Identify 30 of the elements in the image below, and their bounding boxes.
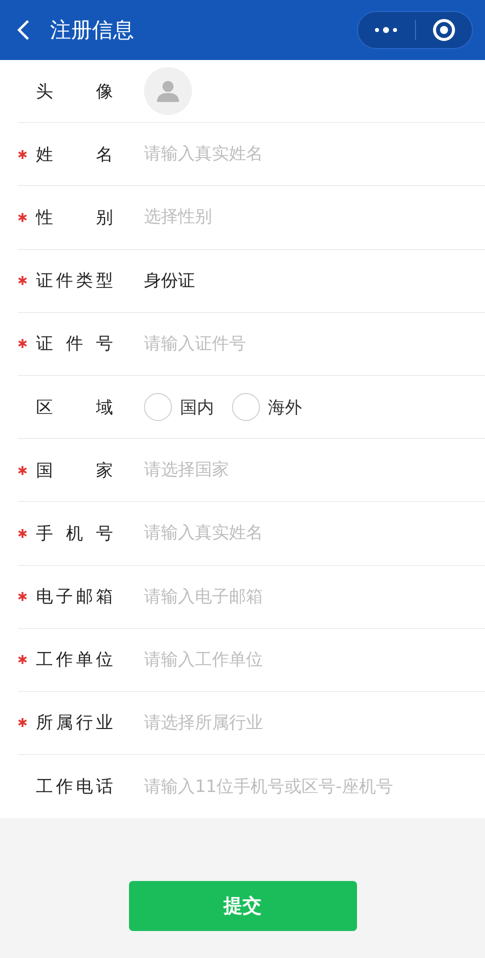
input-field[interactable]: 选择性别	[144, 204, 464, 230]
field-label: 证 件 号	[36, 333, 113, 356]
field-label: 区 域	[36, 396, 113, 419]
field-label: 证件类型	[36, 270, 113, 292]
field-label: 电子邮箱	[36, 586, 113, 608]
radio-button[interactable]	[144, 393, 172, 422]
field-label: 头 像	[36, 80, 113, 103]
target-icon	[432, 18, 456, 42]
page-title: 注册信息	[50, 17, 135, 44]
radio-label[interactable]: 海外	[268, 396, 302, 419]
input-field[interactable]: 请输入真实姓名	[144, 141, 464, 168]
field-label: 所属行业	[36, 712, 113, 734]
input-field[interactable]: 请输入11位手机号或区号-座机号	[144, 774, 464, 800]
field-value[interactable]: 身份证	[144, 269, 195, 292]
person-icon	[156, 79, 180, 104]
input-field[interactable]: 请输入电子邮箱	[144, 584, 464, 610]
radio-button[interactable]	[232, 393, 260, 422]
more-icon	[374, 26, 398, 34]
field-label: 国 家	[36, 460, 113, 482]
field-label: 姓 名	[36, 144, 113, 166]
input-field[interactable]: 请选择国家	[144, 457, 464, 484]
input-field[interactable]: 请输入证件号	[144, 330, 464, 357]
input-field[interactable]: 请选择所属行业	[144, 710, 464, 736]
input-field[interactable]: 请输入真实姓名	[144, 520, 464, 546]
field-label: 工作单位	[36, 649, 113, 672]
field-label: 手 机 号	[36, 522, 113, 545]
radio-label[interactable]: 国内	[180, 396, 214, 419]
input-field[interactable]: 请输入工作单位	[144, 646, 464, 673]
field-label: 性 别	[36, 206, 113, 229]
field-label: 工作电话	[36, 776, 113, 798]
